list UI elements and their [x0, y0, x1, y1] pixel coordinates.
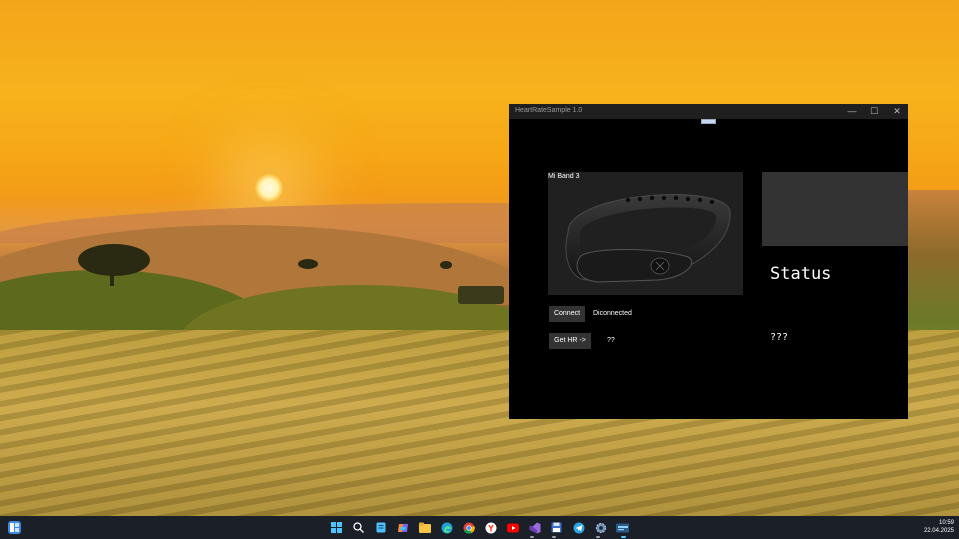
taskbar: 10:59 22.04.2025 — [0, 516, 959, 539]
chrome-icon[interactable] — [462, 521, 475, 534]
clock-time: 10:59 — [938, 520, 954, 526]
debug-toolbar-handle[interactable] — [701, 119, 716, 124]
maximize-button[interactable]: ☐ — [865, 105, 883, 118]
visual-studio-icon[interactable] — [528, 521, 541, 534]
save-app-icon[interactable] — [550, 521, 563, 534]
device-image-panel: Mi Band 3 — [548, 172, 743, 295]
tractor — [458, 286, 504, 304]
tree-small-2 — [440, 261, 452, 269]
tree-small — [298, 259, 318, 269]
start-icon[interactable] — [330, 521, 343, 534]
widgets-icon[interactable] — [8, 521, 21, 534]
connect-button[interactable]: Connect — [549, 306, 585, 322]
running-indicator — [530, 536, 534, 538]
telegram-icon[interactable] — [572, 521, 585, 534]
window-title: HeartRateSample 1.0 — [515, 107, 583, 114]
heart-rate-value: ?? — [607, 337, 615, 344]
status-heading: Status — [770, 264, 832, 284]
connection-status: Diconnected — [593, 310, 632, 317]
fitness-band-image — [565, 194, 731, 283]
heart-rate-app-icon[interactable] — [616, 521, 629, 534]
notes-icon[interactable] — [374, 521, 387, 534]
file-explorer-icon[interactable] — [418, 521, 431, 534]
sun — [255, 174, 283, 202]
search-icon[interactable] — [352, 521, 365, 534]
get-hr-button[interactable]: Get HR -> — [549, 333, 591, 349]
settings-icon[interactable] — [594, 521, 607, 534]
status-value: ??? — [770, 332, 789, 343]
close-button[interactable]: ✕ — [888, 105, 906, 118]
active-indicator — [621, 536, 626, 538]
youtube-icon[interactable] — [506, 521, 519, 534]
title-bar[interactable]: HeartRateSample 1.0 — ☐ ✕ — [509, 104, 908, 119]
running-indicator — [552, 536, 556, 538]
system-clock[interactable]: 10:59 22.04.2025 — [912, 519, 954, 535]
minimize-button[interactable]: — — [843, 105, 861, 118]
copilot-icon[interactable] — [396, 521, 409, 534]
edge-icon[interactable] — [440, 521, 453, 534]
clock-date: 22.04.2025 — [923, 528, 954, 534]
tree — [78, 244, 150, 276]
running-indicator — [596, 536, 600, 538]
device-name-label: Mi Band 3 — [548, 173, 580, 180]
heart-rate-app-window: HeartRateSample 1.0 — ☐ ✕ Mi Band 3 Conn… — [509, 104, 908, 419]
status-image-box — [762, 172, 908, 246]
yandex-icon[interactable] — [484, 521, 497, 534]
